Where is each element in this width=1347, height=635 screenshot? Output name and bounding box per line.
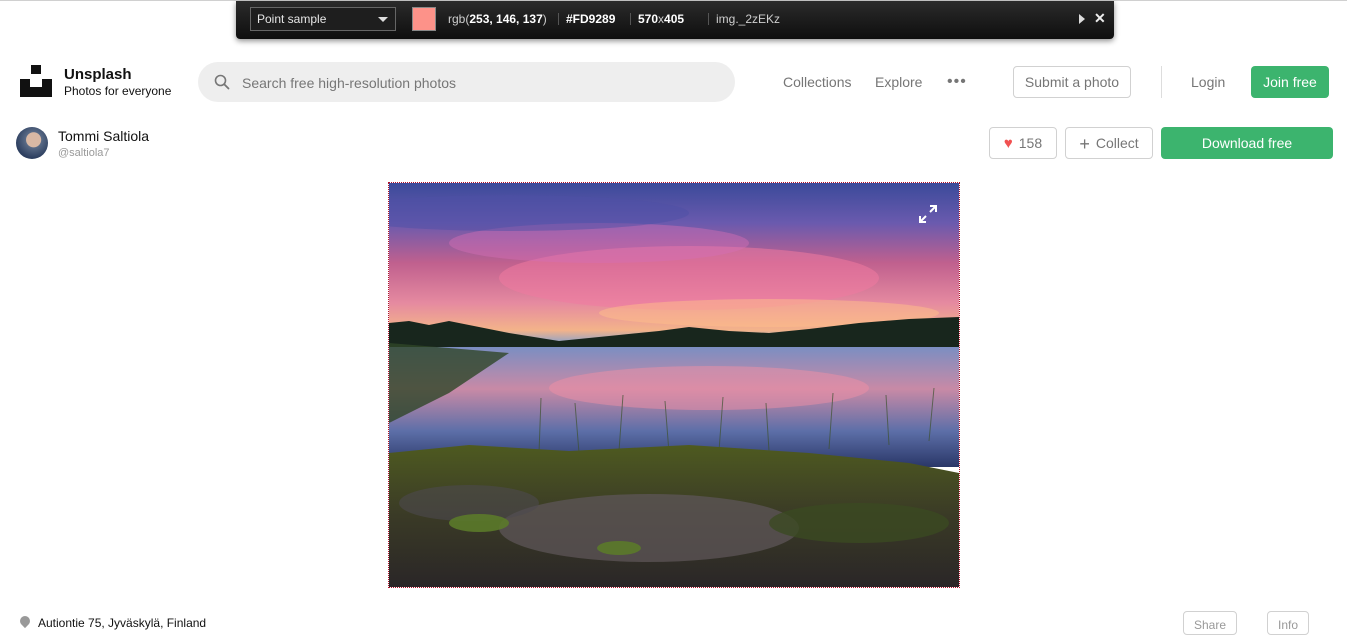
- plus-icon: +: [1079, 134, 1090, 154]
- close-icon[interactable]: ✕: [1094, 10, 1106, 27]
- share-label: Share: [1194, 618, 1227, 632]
- brand-tagline: Photos for everyone: [64, 84, 172, 98]
- download-button[interactable]: Download free: [1161, 127, 1333, 159]
- info-label: Info: [1278, 618, 1299, 632]
- unsplash-logo[interactable]: [20, 65, 52, 97]
- play-icon[interactable]: [1079, 14, 1085, 24]
- collect-label: Collect: [1095, 135, 1139, 151]
- sample-mode-value: Point sample: [257, 12, 327, 26]
- color-swatch[interactable]: [412, 7, 436, 31]
- chevron-down-icon: [378, 17, 388, 22]
- more-menu-icon[interactable]: •••: [947, 74, 967, 90]
- search-bar[interactable]: [198, 62, 735, 102]
- heart-icon: ♥: [1003, 135, 1013, 152]
- sample-mode-select[interactable]: Point sample: [250, 7, 396, 31]
- like-button[interactable]: ♥ 158: [989, 127, 1057, 159]
- collect-button[interactable]: + Collect: [1065, 127, 1153, 159]
- separator: [558, 13, 559, 25]
- brand-name[interactable]: Unsplash: [64, 66, 132, 83]
- color-picker-toolbar: Point sample rgb(253, 146, 137) #FD9289 …: [236, 1, 1114, 39]
- separator: [708, 13, 709, 25]
- search-input[interactable]: [240, 72, 714, 94]
- submit-photo-button[interactable]: Submit a photo: [1013, 66, 1131, 98]
- separator: [630, 13, 631, 25]
- header-divider: [1161, 66, 1162, 98]
- author-name[interactable]: Tommi Saltiola: [58, 128, 149, 144]
- expand-icon[interactable]: [917, 203, 939, 225]
- element-selector: img._2zEKz: [716, 12, 781, 26]
- photo-location[interactable]: Autiontie 75, Jyväskylä, Finland: [38, 616, 206, 630]
- main-photo[interactable]: [388, 182, 960, 588]
- avatar[interactable]: [16, 127, 48, 159]
- info-button[interactable]: Info: [1267, 611, 1310, 635]
- search-icon: [214, 74, 230, 90]
- hex-readout[interactable]: #FD9289: [566, 12, 615, 26]
- nav-collections[interactable]: Collections: [783, 74, 851, 90]
- rgb-readout[interactable]: rgb(253, 146, 137): [448, 12, 547, 26]
- like-count: 158: [1018, 135, 1043, 151]
- login-link[interactable]: Login: [1191, 74, 1225, 90]
- join-free-button[interactable]: Join free: [1251, 66, 1329, 98]
- nav-explore[interactable]: Explore: [875, 74, 922, 90]
- element-size-readout: 570x405: [638, 12, 685, 26]
- share-button[interactable]: Share: [1183, 611, 1238, 635]
- author-handle[interactable]: @saltiola7: [58, 147, 110, 159]
